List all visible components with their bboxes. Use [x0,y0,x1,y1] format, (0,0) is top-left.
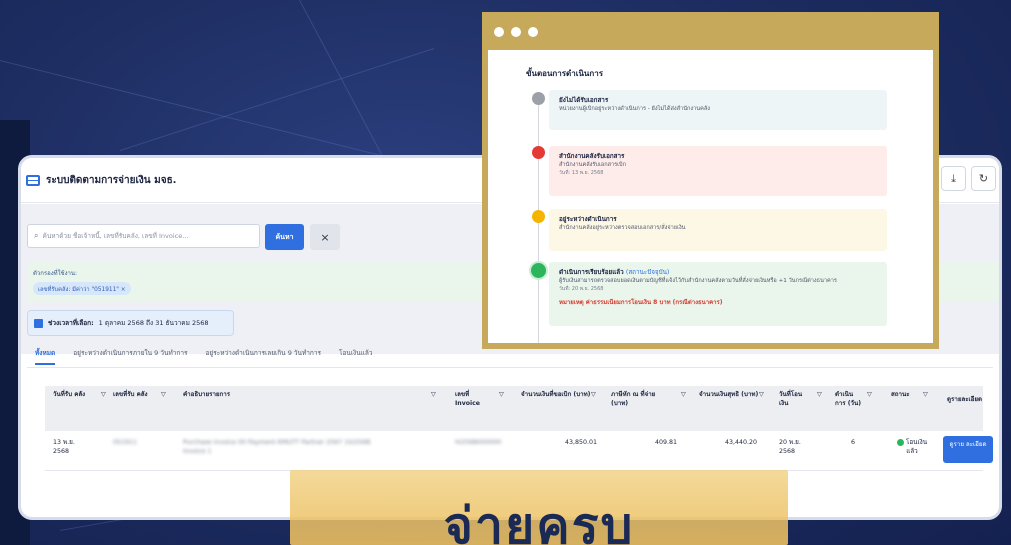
step-description: สำนักงานคลังรับเอกสารเบิก [559,162,626,168]
step-title: อยู่ระหว่างดำเนินการ [559,216,617,223]
step-note: หมายเหตุ ค่าธรรมเนียมการโอนเงิน 8 บาท (ก… [559,299,723,306]
search-input[interactable]: ⌕ ค้นหาด้วย ชื่อเจ้าหนี้, เลขที่รับคลัง,… [27,224,260,248]
wallet-icon [26,174,40,186]
filter-icon[interactable]: ▽ [817,391,822,400]
promo-banner: จ่ายครบ [290,470,788,545]
filter-icon[interactable]: ▽ [499,391,504,400]
filter-chip[interactable]: เลขที่รับคลัง: มีค่าว่า "051911" × [33,282,131,295]
cell-requested: 43,850.01 [564,439,597,446]
refresh-icon[interactable]: ↻ [971,166,996,191]
step-in-progress: อยู่ระหว่างดำเนินการ สำนักงานคลังอยู่ระห… [549,209,887,251]
app-title: ระบบติดตามการจ่ายเงิน มจธ. [46,174,177,186]
cell-date-received: 13 พ.ย. 2568 [53,439,75,455]
col-invoice[interactable]: เลขที่ Invoice [455,391,495,408]
download-icon[interactable]: ⤓ [941,166,966,191]
col-days[interactable]: ดำเนิน การ (วัน) [835,391,863,408]
filter-icon[interactable]: ▽ [591,391,596,400]
status-badge: โอนเงิน แล้ว [891,438,933,456]
col-date-received[interactable]: วันที่รับ คลัง [53,391,93,400]
active-filters-label: ตัวกรองที่ใช้งาน: [33,270,78,277]
col-transfer-date[interactable]: วันที่โอน เงิน [779,391,813,408]
step-dot-icon [532,146,545,159]
cell-withholding: 409.81 [654,439,677,446]
cell-transfer-date: 20 พ.ย. 2568 [779,439,801,455]
cell-receipt-no: 051911 [113,439,138,446]
tabs-divider [27,367,993,368]
step-description: หน่วยงานผู้เบิกอยู่ระหว่างดำเนินการ - ยั… [559,106,711,112]
window-titlebar [484,14,937,50]
filter-icon[interactable]: ▽ [867,391,872,400]
search-icon: ⌕ [34,231,39,240]
step-date: วันที่: 20 พ.ย. 2568 [559,286,604,292]
col-status[interactable]: สถานะ [891,391,925,400]
step-description: สำนักงานคลังอยู่ระหว่างตรวจสอบเอกสาร/สั่… [559,225,686,231]
step-title: ยังไม่ได้รับเอกสาร [559,97,609,104]
col-net[interactable]: จำนวนเงินสุทธิ (บาท) [699,391,765,400]
toolbar-actions: ⤓ ↻ [941,166,996,191]
col-detail: ดูรายละเอียด [947,396,983,403]
step-title-text: ดำเนินการเรียบร้อยแล้ว [559,269,624,276]
clear-button[interactable]: × [310,224,340,250]
search-button[interactable]: ค้นหา [265,224,304,250]
step-completed: ดำเนินการเรียบร้อยแล้ว (สถานะปัจจุบัน) ผ… [549,262,887,326]
step-dot-icon [531,263,546,278]
tab-all[interactable]: ทั้งหมด [35,348,56,365]
promo-text: จ่ายครบ [443,497,635,545]
col-requested[interactable]: จำนวนเงินที่ขอเบิก (บาท) [521,391,599,400]
cell-net: 43,440.20 [724,439,757,446]
date-range[interactable]: ช่วงเวลาที่เลือก: 1 ตุลาคม 2568 ถึง 31 ธ… [27,310,234,336]
filter-icon[interactable]: ▽ [161,391,166,400]
current-status-label: (สถานะปัจจุบัน) [625,269,670,276]
cell-description: Purchase invoice 00 Payment KMUTT Partne… [183,439,371,455]
table-row[interactable]: 13 พ.ย. 2568 051911 Purchase invoice 00 … [45,431,993,471]
filter-icon[interactable]: ▽ [759,391,764,400]
view-detail-button[interactable]: ดูราย ละเอียด [943,436,993,463]
process-steps-window: ขั้นตอนการดำเนินการ ยังไม่ได้รับเอกสาร ห… [482,12,939,349]
check-icon [897,438,904,446]
date-range-label: ช่วงเวลาที่เลือก: [48,319,94,327]
step-description: ผู้รับเงินสามารถตรวจสอบยอดเงินตามบัญชีที… [559,278,837,284]
step-received: สำนักงานคลังรับเอกสาร สำนักงานคลังรับเอก… [549,146,887,196]
step-not-received: ยังไม่ได้รับเอกสาร หน่วยงานผู้เบิกอยู่ระ… [549,90,887,130]
steps-panel: ขั้นตอนการดำเนินการ ยังไม่ได้รับเอกสาร ห… [488,50,933,343]
filter-icon[interactable]: ▽ [431,391,436,400]
col-withholding[interactable]: ภาษีหัก ณ ที่จ่าย (บาท) [611,391,671,408]
window-dot-icon [494,27,504,37]
status-label: โอนเงิน แล้ว [906,439,927,455]
window-dot-icon [511,27,521,37]
filter-icon[interactable]: ▽ [681,391,686,400]
col-receipt-no[interactable]: เลขที่รับ คลัง [113,391,153,400]
cell-invoice: IV2568000000 [455,439,502,446]
status-tabs: ทั้งหมด อยู่ระหว่างดำเนินการภายใน 9 วันท… [35,348,373,366]
filter-icon[interactable]: ▽ [101,391,106,400]
table-header: วันที่รับ คลัง ▽ เลขที่รับ คลัง ▽ คำอธิบ… [45,386,983,431]
tab-over-9-days[interactable]: อยู่ระหว่างดำเนินการเลยเกิน 9 วันทำการ [206,348,322,363]
steps-title: ขั้นตอนการดำเนินการ [526,69,604,78]
search-placeholder: ค้นหาด้วย ชื่อเจ้าหนี้, เลขที่รับคลัง, เ… [42,232,189,240]
date-range-value: 1 ตุลาคม 2568 ถึง 31 ธันวาคม 2568 [98,319,209,327]
step-dot-icon [532,92,545,105]
step-title: ดำเนินการเรียบร้อยแล้ว (สถานะปัจจุบัน) [559,268,877,277]
filter-icon[interactable]: ▽ [923,391,928,400]
cell-days: 6 [851,439,856,446]
tab-transferred[interactable]: โอนเงินแล้ว [339,348,373,363]
calendar-icon [34,318,43,328]
step-dot-icon [532,210,545,223]
col-description[interactable]: คำอธิบายรายการ [183,391,383,400]
tab-within-9-days[interactable]: อยู่ระหว่างดำเนินการภายใน 9 วันทำการ [73,348,187,363]
step-date: วันที่: 13 พ.ย. 2568 [559,170,604,176]
window-dot-icon [528,27,538,37]
step-title: สำนักงานคลังรับเอกสาร [559,153,625,160]
